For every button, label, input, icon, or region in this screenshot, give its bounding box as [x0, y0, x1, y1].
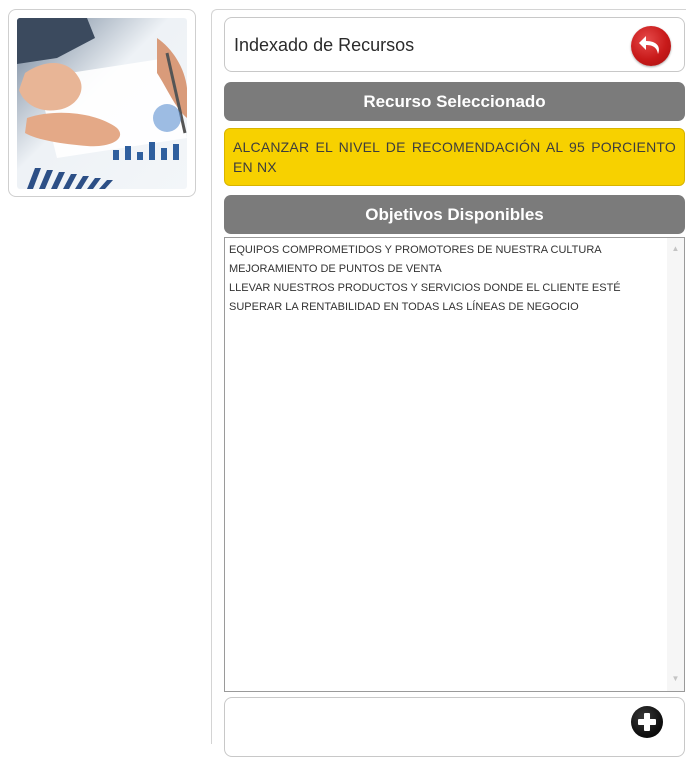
scroll-up-arrow-icon[interactable]: ▲: [667, 240, 684, 257]
page-title: Indexado de Recursos: [234, 35, 415, 55]
selected-resource-value: ALCANZAR EL NIVEL DE RECOMENDACIÓN AL 95…: [224, 128, 685, 186]
undo-arrow-icon: [639, 36, 659, 54]
resource-image-card: [8, 9, 196, 197]
business-meeting-photo: [17, 18, 187, 189]
plus-circle-icon: [638, 713, 656, 731]
objective-item[interactable]: LLEVAR NUESTROS PRODUCTOS Y SERVICIOS DO…: [229, 279, 660, 298]
objectives-list: EQUIPOS COMPROMETIDOS Y PROMOTORES DE NU…: [225, 238, 684, 317]
back-button[interactable]: [631, 26, 671, 66]
scroll-down-arrow-icon[interactable]: ▼: [667, 670, 684, 687]
objectives-listbox[interactable]: EQUIPOS COMPROMETIDOS Y PROMOTORES DE NU…: [224, 237, 685, 692]
add-button[interactable]: [631, 706, 663, 738]
objective-item[interactable]: EQUIPOS COMPROMETIDOS Y PROMOTORES DE NU…: [229, 241, 660, 260]
selected-resource-heading: Recurso Seleccionado: [224, 82, 685, 121]
footer-card: [224, 697, 685, 757]
objective-item[interactable]: MEJORAMIENTO DE PUNTOS DE VENTA: [229, 260, 660, 279]
objective-item[interactable]: SUPERAR LA RENTABILIDAD EN TODAS LAS LÍN…: [229, 298, 660, 317]
available-objectives-heading: Objetivos Disponibles: [224, 195, 685, 234]
listbox-scrollbar[interactable]: ▲ ▼: [667, 238, 684, 691]
header-card: Indexado de Recursos: [224, 17, 685, 72]
